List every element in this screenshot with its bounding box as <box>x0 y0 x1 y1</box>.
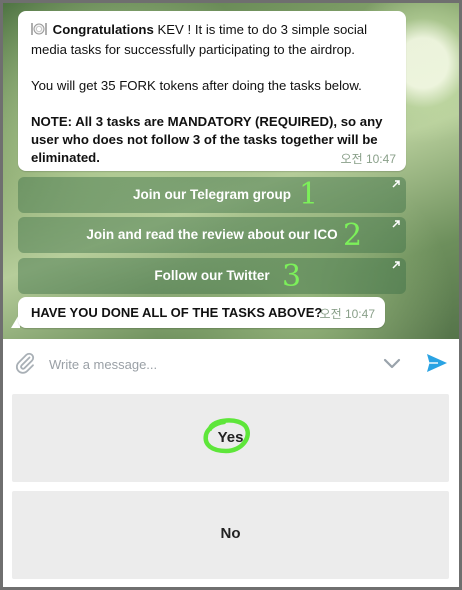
annotation-number: 3 <box>282 259 302 294</box>
message-text: HAVE YOU DONE ALL OF THE TASKS ABOVE? <box>31 305 323 320</box>
message-time: 오전 10:47 <box>340 152 396 166</box>
inline-button-label: Follow our Twitter <box>154 268 270 283</box>
telegram-chat-window: Congratulations KEV ! It is time to do 3… <box>3 3 459 587</box>
send-icon[interactable] <box>425 351 449 375</box>
inline-button-twitter[interactable]: Follow our Twitter <box>18 258 406 294</box>
congrats-bold: Congratulations <box>52 22 154 37</box>
annotation-number: 1 <box>299 177 319 212</box>
message-bubble-tasks: Congratulations KEV ! It is time to do 3… <box>18 11 406 171</box>
keyboard-button-yes[interactable]: Yes <box>12 394 449 482</box>
keyboard-button-label: No <box>220 525 241 542</box>
message-composer <box>3 339 459 387</box>
tokens-text: You will get 35 FORK tokens after doing … <box>31 78 362 93</box>
plate-cutlery-icon <box>31 22 49 41</box>
inline-button-label: Join our Telegram group <box>132 187 291 202</box>
message-text: Congratulations KEV ! It is time to do 3… <box>31 21 391 167</box>
keyboard-button-no[interactable]: No <box>12 491 449 579</box>
message-bubble-question: HAVE YOU DONE ALL OF THE TASKS ABOVE? 오전… <box>18 297 385 328</box>
reply-keyboard: Yes No <box>3 387 459 587</box>
message-input[interactable] <box>47 349 351 379</box>
external-link-arrow-icon <box>392 261 400 269</box>
inline-button-label: Join and read the review about our ICO <box>86 227 338 242</box>
annotation-number: 2 <box>343 218 363 253</box>
external-link-arrow-icon <box>392 220 400 228</box>
note-text: NOTE: All 3 tasks are MANDATORY (REQUIRE… <box>31 114 383 165</box>
message-time: 오전 10:47 <box>319 307 375 321</box>
keyboard-button-label: Yes <box>217 429 244 446</box>
inline-button-telegram-group[interactable]: Join our Telegram group <box>18 177 406 213</box>
external-link-arrow-icon <box>392 180 400 188</box>
paperclip-icon[interactable] <box>13 351 37 375</box>
chevron-down-icon[interactable] <box>381 353 403 373</box>
